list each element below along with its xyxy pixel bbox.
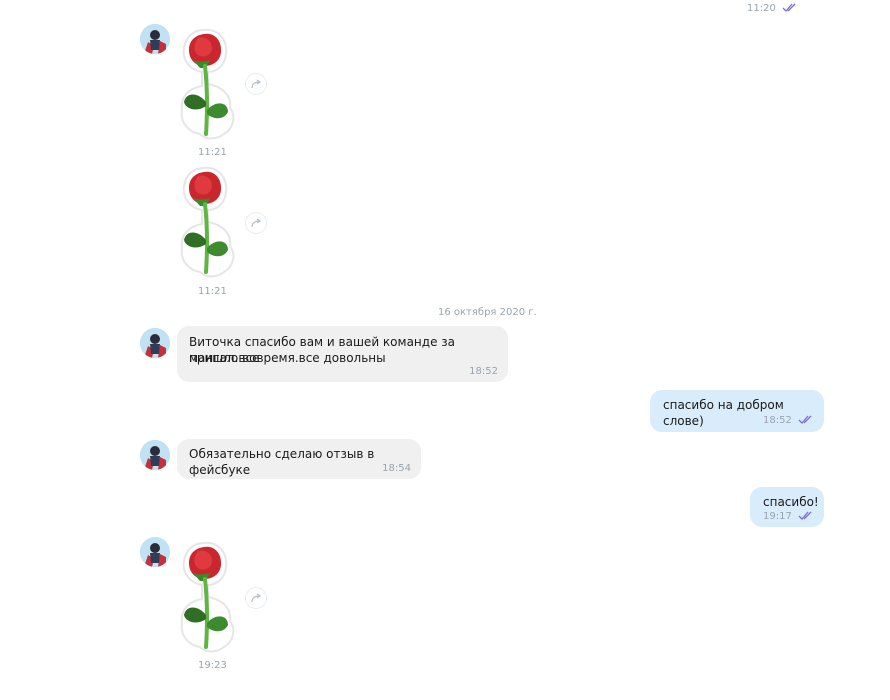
message-time: 18:54 — [382, 463, 411, 474]
read-receipt-icon — [782, 3, 796, 12]
rose-sticker[interactable] — [176, 162, 236, 282]
avatar-image — [140, 24, 170, 54]
message-time: 19:17 — [763, 509, 814, 525]
share-icon — [251, 79, 262, 89]
avatar-image — [140, 537, 170, 567]
rose-sticker[interactable] — [176, 537, 236, 657]
message-bubble-incoming[interactable]: Обязательно сделаю отзыв в фейсбуке 18:5… — [177, 439, 421, 479]
message-bubble-incoming[interactable]: Виточка спасибо вам и вашей команде за м… — [177, 326, 508, 382]
rose-sticker[interactable] — [176, 24, 236, 144]
share-button[interactable] — [246, 213, 266, 233]
message-bubble-outgoing[interactable]: спасибо на добром слове) 18:52 — [650, 390, 824, 432]
rose-icon — [180, 28, 235, 140]
message-text: спасибо! — [763, 495, 819, 509]
read-receipt-icon — [798, 415, 812, 424]
share-button[interactable] — [246, 74, 266, 94]
date-separator: 16 октября 2020 г. — [438, 307, 537, 318]
message-text-line-2: пришло вовремя.все довольны — [189, 351, 386, 365]
share-icon — [251, 593, 262, 603]
sticker-time: 11:21 — [198, 286, 227, 297]
avatar[interactable] — [140, 328, 170, 358]
sticker-time: 19:23 — [198, 660, 227, 671]
read-receipt-icon — [798, 511, 812, 520]
sticker-time: 11:21 — [198, 147, 227, 158]
avatar[interactable] — [140, 440, 170, 470]
message-time: 18:52 — [763, 413, 814, 429]
avatar-image — [140, 440, 170, 470]
share-icon — [251, 218, 262, 228]
share-button[interactable] — [246, 588, 266, 608]
message-bubble-outgoing[interactable]: спасибо! 19:17 — [750, 487, 824, 527]
avatar[interactable] — [140, 537, 170, 567]
avatar[interactable] — [140, 24, 170, 54]
rose-icon — [180, 166, 235, 278]
rose-icon — [180, 541, 235, 653]
avatar-image — [140, 328, 170, 358]
message-time: 18:52 — [469, 366, 498, 377]
message-time: 11:20 — [747, 3, 798, 14]
